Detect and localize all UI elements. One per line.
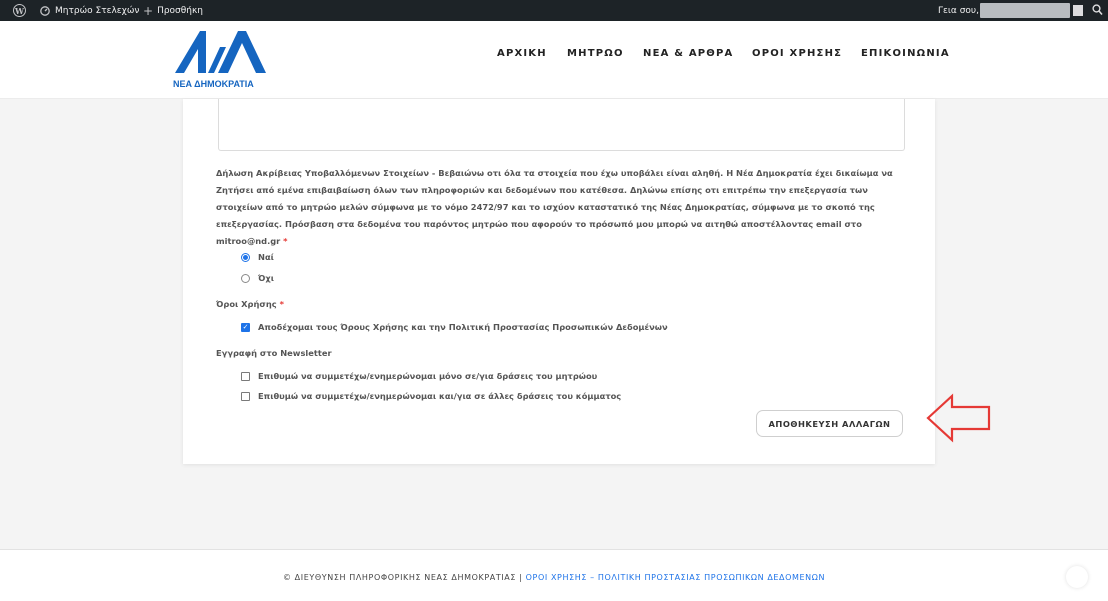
footer-copyright: © ΔΙΕΥΘΥΝΣΗ ΠΛΗΡΟΦΟΡΙΚΗΣ ΝΕΑΣ ΔΗΜΟΚΡΑΤΙΑ… [282, 573, 517, 582]
terms-accept-checkbox[interactable]: ✓ [241, 322, 250, 332]
newsletter-registry-checkbox[interactable] [241, 371, 250, 381]
admin-bar-greeting[interactable]: Γεια σου, [938, 0, 979, 21]
admin-bar-search-icon[interactable] [1092, 4, 1103, 19]
newsletter-registry-label: Επιθυμώ να συμμετέχω/ενημερώνομαι μόνο σ… [258, 371, 598, 381]
dashboard-icon [40, 5, 50, 16]
newsletter-party-label: Επιθυμώ να συμμετέχω/ενημερώνομαι και/γι… [258, 391, 622, 401]
radio-no-label: Όχι [258, 273, 274, 283]
radio-no[interactable] [241, 273, 250, 283]
footer-separator: | [519, 573, 523, 582]
footer-dash: – [590, 573, 595, 582]
admin-bar-site-name: Μητρώο Στελεχών [55, 5, 140, 16]
footer-terms-link[interactable]: ΟΡΟΙ ΧΡΗΣΗΣ [526, 573, 587, 582]
admin-bar-username-redacted[interactable] [980, 3, 1070, 18]
terms-section-text: Όροι Χρήσης [216, 299, 277, 309]
admin-bar-add-new[interactable]: + Προσθήκη [143, 0, 203, 21]
avatar[interactable] [1073, 5, 1083, 16]
logo-text: ΝΕΑ ΔΗΜΟΚΡΑΤΙΑ [173, 79, 254, 89]
radio-yes[interactable] [241, 252, 250, 262]
newsletter-section-label: Εγγραφή στο Newsletter [216, 348, 332, 358]
terms-accept-row[interactable]: ✓ Αποδέχομαι τους Όρους Χρήσης και την Π… [241, 320, 668, 334]
scroll-to-top-button[interactable] [1066, 566, 1088, 588]
site-footer: © ΔΙΕΥΘΥΝΣΗ ΠΛΗΡΟΦΟΡΙΚΗΣ ΝΕΑΣ ΔΗΜΟΚΡΑΤΙΑ… [0, 550, 1108, 601]
newsletter-party-checkbox[interactable] [241, 391, 250, 401]
admin-bar-greeting-label: Γεια σου, [938, 5, 979, 16]
declaration-text: Δήλωση Ακρίβειας Υποβαλλόμενων Στοιχείων… [216, 168, 893, 246]
nav-home[interactable]: ΑΡΧΙΚΗ [497, 48, 547, 59]
site-logo[interactable]: ΝΕΑ ΔΗΜΟΚΡΑΤΙΑ [170, 27, 282, 91]
admin-bar-site-link[interactable]: Μητρώο Στελεχών [40, 0, 139, 21]
footer-text: © ΔΙΕΥΘΥΝΣΗ ΠΛΗΡΟΦΟΡΙΚΗΣ ΝΕΑΣ ΔΗΜΟΚΡΑΤΙΑ… [0, 573, 1108, 582]
required-marker: * [283, 236, 288, 246]
terms-required-marker: * [279, 299, 284, 309]
nav-news-articles[interactable]: ΝΕΑ & ΑΡΘΡΑ [643, 48, 733, 59]
footer-privacy-link[interactable]: ΠΟΛΙΤΙΚΗ ΠΡΟΣΤΑΣΙΑΣ ΠΡΟΣΩΠΙΚΩΝ ΔΕΔΟΜΕΝΩΝ [598, 573, 825, 582]
site-header: ΝΕΑ ΔΗΜΟΚΡΑΤΙΑ ΑΡΧΙΚΗ ΜΗΤΡΩΟ ΝΕΑ & ΑΡΘΡΑ… [0, 21, 1108, 99]
admin-bar: W Μητρώο Στελεχών + Προσθήκη Γεια σου, [0, 0, 1108, 21]
nav-registry[interactable]: ΜΗΤΡΩΟ [567, 48, 624, 59]
nav-contact[interactable]: ΕΠΙΚΟΙΝΩΝΙΑ [861, 48, 950, 59]
red-arrow-annotation-icon [926, 393, 991, 443]
nav-terms[interactable]: ΟΡΟΙ ΧΡΗΣΗΣ [752, 48, 842, 59]
terms-section-label: Όροι Χρήσης * [216, 299, 284, 309]
declaration-label: Δήλωση Ακρίβειας Υποβαλλόμενων Στοιχείων… [216, 165, 906, 250]
declaration-option-yes[interactable]: Ναί [241, 250, 274, 264]
wordpress-logo-icon[interactable]: W [13, 0, 26, 21]
notes-textarea[interactable] [218, 99, 905, 151]
declaration-option-no[interactable]: Όχι [241, 271, 274, 285]
nd-logo-icon: ΝΕΑ ΔΗΜΟΚΡΑΤΙΑ [173, 31, 266, 89]
plus-icon: + [143, 3, 154, 18]
terms-accept-label: Αποδέχομαι τους Όρους Χρήσης και την Πολ… [258, 322, 668, 332]
profile-form-card: Δήλωση Ακρίβειας Υποβαλλόμενων Στοιχείων… [183, 99, 935, 464]
newsletter-party-row[interactable]: Επιθυμώ να συμμετέχω/ενημερώνομαι και/γι… [241, 389, 621, 403]
newsletter-registry-row[interactable]: Επιθυμώ να συμμετέχω/ενημερώνομαι μόνο σ… [241, 369, 597, 383]
radio-yes-label: Ναί [258, 252, 274, 262]
save-changes-button[interactable]: ΑΠΟΘΗΚΕΥΣΗ ΑΛΛΑΓΩΝ [756, 410, 903, 437]
admin-bar-add-new-label: Προσθήκη [157, 5, 203, 16]
